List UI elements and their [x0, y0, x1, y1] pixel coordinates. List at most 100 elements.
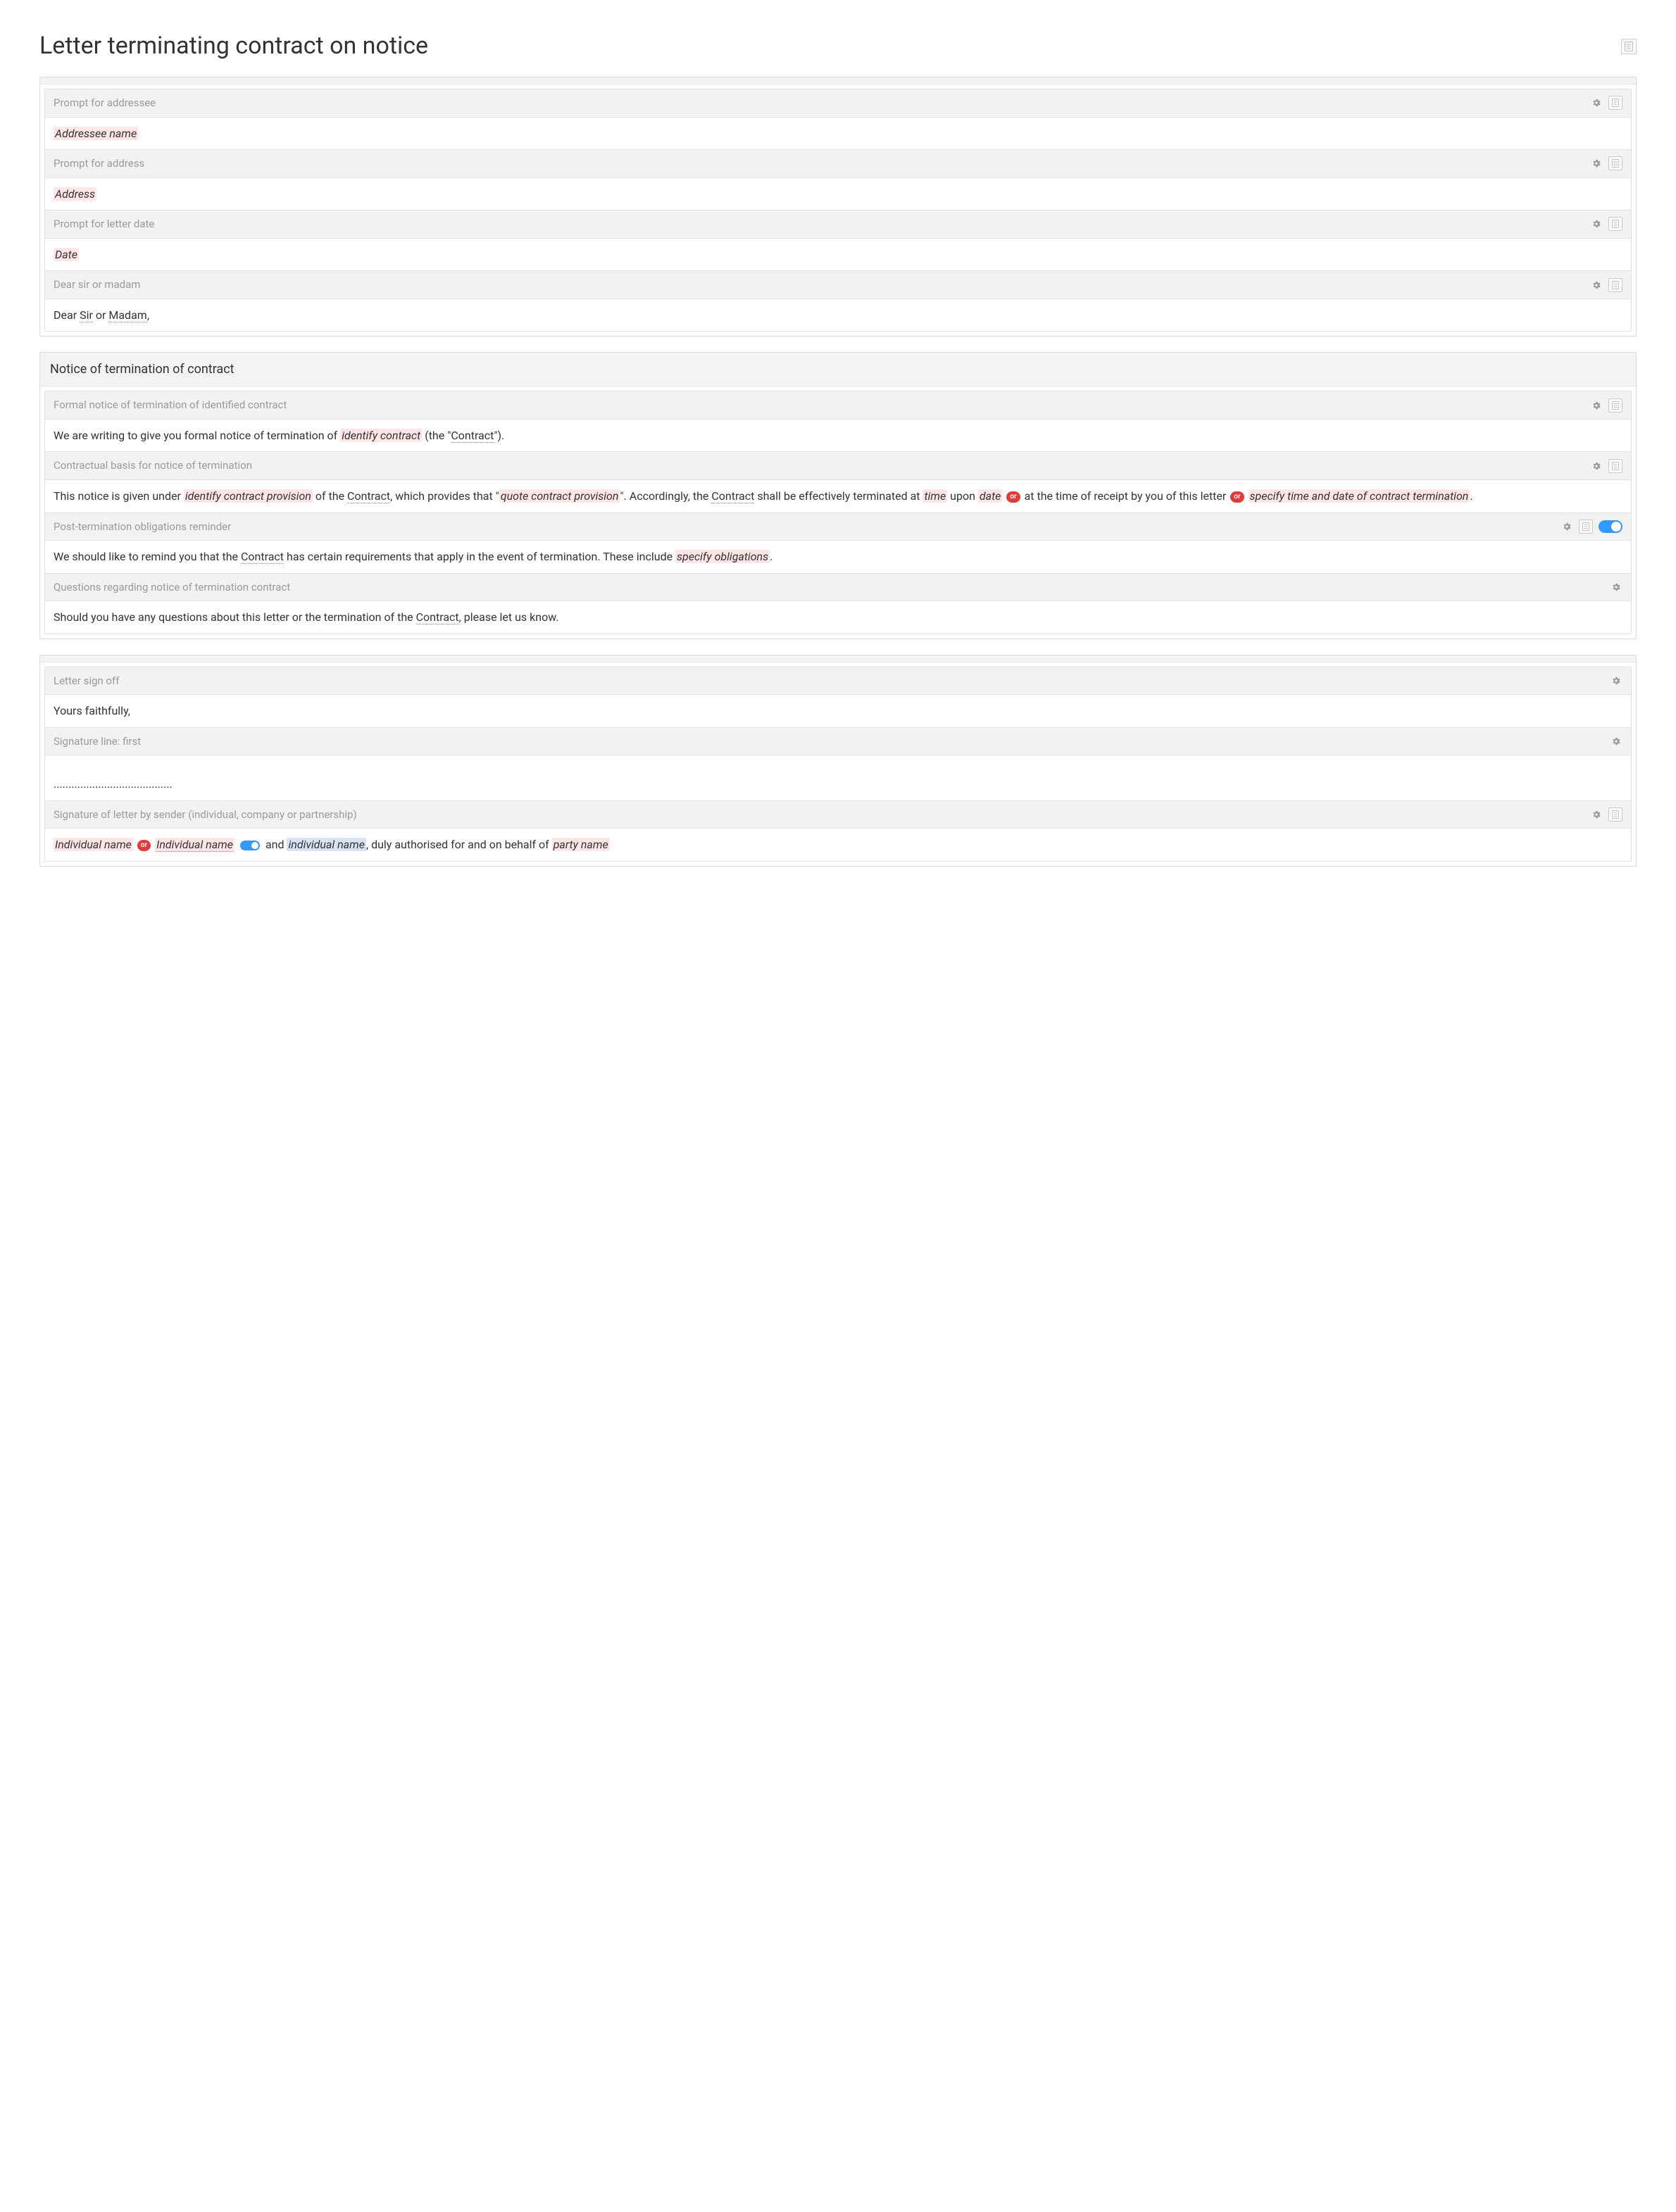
text: ,: [147, 308, 149, 322]
placeholder-text[interactable]: Addressee name: [54, 127, 138, 140]
placeholder-text[interactable]: specify obligations: [675, 550, 770, 563]
block-body[interactable]: We are writing to give you formal notice…: [45, 420, 1631, 452]
block-signature-by: Signature of letter by sender (individua…: [44, 800, 1632, 862]
block-label: Signature line: first: [54, 734, 141, 750]
placeholder-text[interactable]: individual name: [287, 838, 365, 851]
term-sir: Sir: [80, 308, 93, 322]
notes-icon[interactable]: [1608, 278, 1622, 292]
block-body[interactable]: Yours faithfully,: [45, 695, 1631, 727]
block-label: Signature of letter by sender (individua…: [54, 807, 357, 823]
placeholder-text[interactable]: date: [978, 489, 1003, 503]
placeholder-text[interactable]: Individual name: [155, 838, 234, 852]
term-contract: Contract: [416, 610, 459, 624]
notes-icon[interactable]: [1608, 156, 1622, 170]
text: Dear: [54, 308, 80, 322]
notes-icon[interactable]: [1579, 520, 1593, 534]
page-title: Letter terminating contract on notice: [39, 28, 428, 64]
text: .: [770, 550, 773, 563]
placeholder-text[interactable]: identify contract provision: [184, 489, 313, 503]
gear-icon[interactable]: [1590, 157, 1603, 170]
block-label: Prompt for letter date: [54, 216, 154, 232]
gear-icon[interactable]: [1610, 581, 1622, 593]
block-post-termination: Post-termination obligations reminder We…: [44, 513, 1632, 574]
text: upon: [947, 489, 978, 503]
gear-icon[interactable]: [1590, 96, 1603, 109]
notes-icon[interactable]: [1608, 217, 1622, 231]
block-questions: Questions regarding notice of terminatio…: [44, 573, 1632, 634]
placeholder-text[interactable]: time: [923, 489, 947, 503]
block-body[interactable]: Dear Sir or Madam,: [45, 299, 1631, 332]
term-contract: Contract: [711, 489, 754, 503]
text: or: [93, 308, 108, 322]
placeholder-text[interactable]: Date: [54, 248, 79, 261]
block-body[interactable]: We should like to remind you that the Co…: [45, 541, 1631, 573]
block-body[interactable]: Address: [45, 178, 1631, 210]
placeholder-text[interactable]: quote contract provision: [499, 489, 620, 503]
text: , duly authorised for and on behalf of: [366, 838, 552, 851]
block-formal-notice: Formal notice of termination of identifi…: [44, 391, 1632, 452]
block-body[interactable]: This notice is given under identify cont…: [45, 480, 1631, 513]
or-pill[interactable]: or: [137, 840, 151, 851]
toggle-switch[interactable]: [1599, 520, 1622, 533]
term-contract: Contract: [451, 429, 494, 443]
gear-icon[interactable]: [1590, 399, 1603, 412]
card-topstrip: [40, 77, 1636, 84]
placeholder-text[interactable]: specify time and date of contract termin…: [1249, 489, 1470, 503]
term-madam: Madam: [108, 308, 146, 322]
block-label: Post-termination obligations reminder: [54, 519, 231, 535]
text: (the ": [422, 429, 451, 442]
gear-icon[interactable]: [1590, 279, 1603, 291]
block-letter-date: Prompt for letter date Date: [44, 210, 1632, 271]
block-body[interactable]: Should you have any questions about this…: [45, 601, 1631, 634]
text: We should like to remind you that the: [54, 550, 241, 563]
text: has certain requirements that apply in t…: [284, 550, 675, 563]
placeholder-text[interactable]: Address: [54, 187, 96, 201]
gear-icon[interactable]: [1590, 460, 1603, 472]
placeholder-text[interactable]: party name: [552, 838, 610, 851]
signoff-card: Letter sign off Yours faithfully, Signat…: [39, 655, 1637, 867]
gear-icon[interactable]: [1590, 218, 1603, 230]
gear-icon[interactable]: [1610, 674, 1622, 687]
text: at the time of receipt by you of this le…: [1022, 489, 1230, 503]
or-pill[interactable]: or: [1006, 491, 1020, 503]
gear-icon[interactable]: [1561, 520, 1573, 533]
notes-icon[interactable]: [1608, 459, 1622, 473]
block-body[interactable]: Addressee name: [45, 118, 1631, 150]
block-label: Prompt for addressee: [54, 95, 156, 111]
page-header: Letter terminating contract on notice: [39, 28, 1637, 64]
notes-icon[interactable]: [1608, 398, 1622, 413]
signature-dots: ........................................: [54, 777, 173, 791]
toggle-switch[interactable]: [240, 841, 260, 850]
placeholder-text[interactable]: identify contract: [340, 429, 422, 442]
block-label: Letter sign off: [54, 673, 119, 689]
text: , which provides that ": [390, 489, 499, 503]
text: , please let us know.: [459, 610, 559, 624]
text: Should you have any questions about this…: [54, 610, 416, 624]
notice-card: Notice of termination of contract Formal…: [39, 352, 1637, 639]
term-contract: Contract: [241, 550, 284, 564]
section-heading: Notice of termination of contract: [40, 353, 1636, 387]
or-pill[interactable]: or: [1230, 491, 1244, 503]
block-address: Prompt for address Address: [44, 149, 1632, 210]
header-card: Prompt for addressee Addressee name Prom…: [39, 77, 1637, 337]
block-salutation: Dear sir or madam Dear Sir or Madam,: [44, 270, 1632, 332]
block-body[interactable]: Individual name or Individual name and i…: [45, 829, 1631, 861]
text: ").: [494, 429, 504, 442]
text: shall be effectively terminated at: [754, 489, 923, 503]
block-body[interactable]: Date: [45, 239, 1631, 271]
block-label: Contractual basis for notice of terminat…: [54, 458, 252, 474]
placeholder-text[interactable]: Individual name: [54, 838, 133, 851]
text: .: [1470, 489, 1472, 503]
block-signoff: Letter sign off Yours faithfully,: [44, 667, 1632, 728]
block-body[interactable]: ........................................: [45, 755, 1631, 800]
gear-icon[interactable]: [1610, 735, 1622, 748]
notes-icon[interactable]: [1608, 807, 1622, 822]
text: ". Accordingly, the: [620, 489, 711, 503]
card-topstrip: [40, 655, 1636, 662]
block-label: Dear sir or madam: [54, 277, 140, 293]
block-signature-line: Signature line: first ..................…: [44, 727, 1632, 801]
document-icon[interactable]: [1621, 39, 1637, 54]
gear-icon[interactable]: [1590, 808, 1603, 821]
notes-icon[interactable]: [1608, 96, 1622, 110]
text: of the: [313, 489, 347, 503]
